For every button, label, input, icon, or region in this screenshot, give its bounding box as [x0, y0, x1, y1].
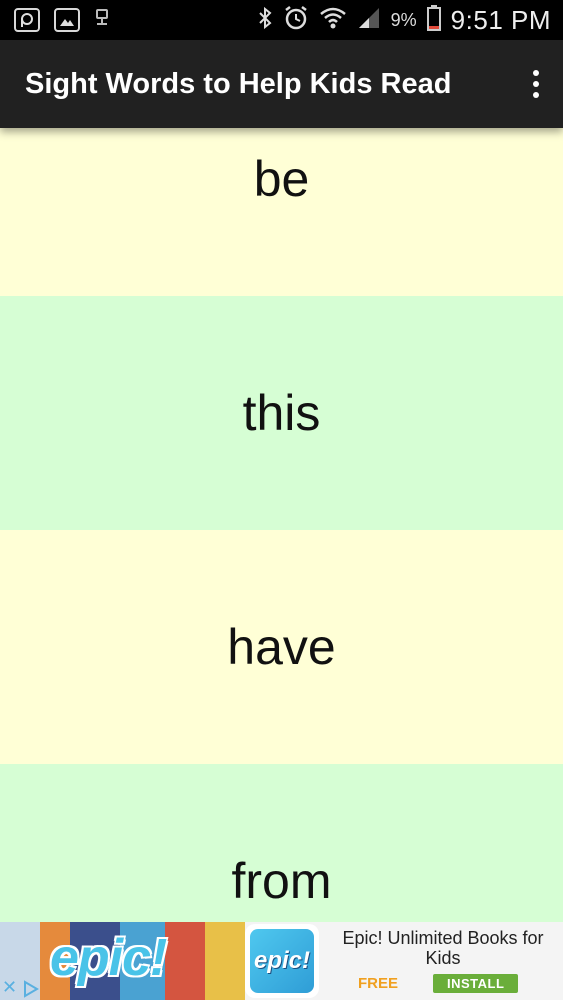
ad-logo-text: epic! — [253, 947, 310, 974]
word-row[interactable]: from — [0, 764, 563, 922]
ad-text-block[interactable]: Epic! Unlimited Books for Kids FREE INST… — [323, 922, 563, 1000]
app-title: Sight Words to Help Kids Read — [25, 67, 452, 100]
signal-icon — [357, 6, 381, 35]
ad-brand-art: epic! — [50, 929, 167, 987]
word-label: this — [242, 385, 321, 441]
ad-app-logo[interactable]: epic! — [245, 924, 319, 998]
word-row[interactable]: be — [0, 128, 563, 296]
battery-icon — [426, 4, 441, 36]
pocket-icon — [14, 8, 40, 32]
ad-close-icon[interactable]: ✕ — [2, 977, 17, 998]
ad-artwork[interactable]: epic! ✕ — [0, 922, 245, 1000]
status-bar: 9% 9:51 PM — [0, 0, 563, 40]
alarm-icon — [283, 5, 309, 36]
ad-headline: Epic! Unlimited Books for Kids — [342, 928, 544, 968]
ad-choices-icon[interactable] — [22, 980, 40, 998]
ad-price: FREE — [357, 975, 398, 992]
usb-debug-icon — [94, 8, 110, 32]
battery-percent: 9% — [390, 9, 417, 30]
clock: 9:51 PM — [450, 4, 551, 35]
word-row[interactable]: have — [0, 530, 563, 764]
word-label: be — [253, 151, 310, 207]
wifi-icon — [319, 5, 347, 36]
ad-banner[interactable]: epic! ✕ epic! Epic! Unlimited Books for … — [0, 922, 563, 1000]
bluetooth-icon — [257, 6, 273, 35]
ad-install-button[interactable]: INSTALL — [433, 974, 519, 993]
word-list[interactable]: be this have from — [0, 128, 563, 922]
overflow-menu-icon[interactable] — [511, 54, 561, 114]
word-row[interactable]: this — [0, 296, 563, 530]
gallery-icon — [54, 8, 80, 32]
app-bar: Sight Words to Help Kids Read — [0, 40, 563, 128]
word-label: from — [231, 853, 332, 909]
word-label: have — [227, 619, 336, 675]
